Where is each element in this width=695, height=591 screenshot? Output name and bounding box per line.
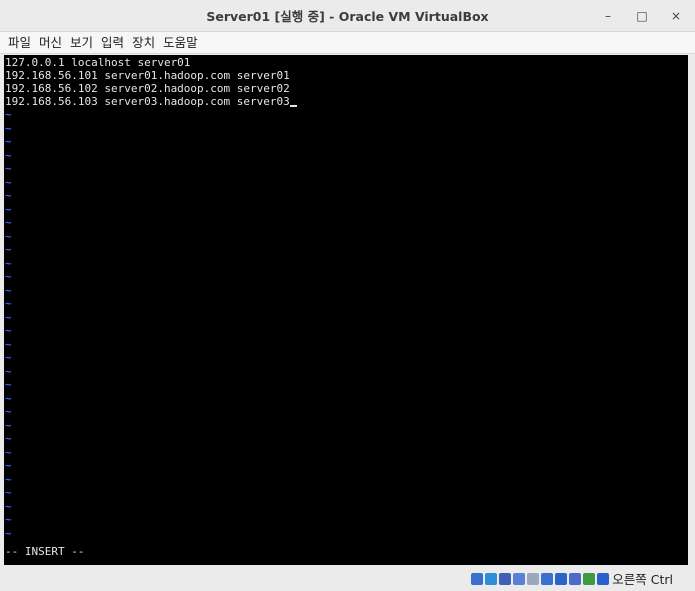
tilde-marker: ~ (5, 459, 12, 472)
shared-folders-icon[interactable] (541, 572, 554, 585)
tilde-marker: ~ (5, 148, 12, 162)
tilde-marker: ~ (5, 256, 12, 270)
host-key-label: 오른쪽 Ctrl (612, 572, 673, 587)
menu-help[interactable]: 도움말 (159, 33, 202, 53)
maximize-button[interactable]: □ (627, 4, 657, 28)
tilde-marker: ~ (5, 486, 12, 499)
terminal-line: 127.0.0.1 localhost server01 (5, 56, 191, 69)
terminal-line: 192.168.56.101 server01.hadoop.com serve… (5, 69, 290, 82)
video-capture-icon[interactable] (569, 572, 582, 585)
tilde-marker: ~ (5, 243, 12, 256)
tilde-marker: ~ (5, 270, 12, 283)
menu-machine[interactable]: 머신 (35, 33, 66, 53)
tilde-marker: ~ (5, 324, 12, 337)
tilde-marker: ~ (5, 229, 12, 243)
tilde-marker: ~ (5, 405, 12, 418)
terminal-line-text: 192.168.56.103 server03.hadoop.com serve… (5, 95, 290, 108)
usb-icon[interactable] (527, 572, 540, 585)
window-controls: – □ × (593, 0, 695, 32)
tilde-marker: ~ (5, 432, 12, 445)
hard-disk-icon[interactable] (471, 572, 484, 585)
tilde-marker: ~ (5, 175, 12, 189)
menu-view[interactable]: 보기 (66, 33, 97, 53)
title-bar: Server01 [실행 중] - Oracle VM VirtualBox –… (0, 0, 695, 32)
vm-screen[interactable]: 127.0.0.1 localhost server01 192.168.56.… (4, 55, 688, 565)
menu-file[interactable]: 파일 (4, 33, 35, 53)
window-title: Server01 [실행 중] - Oracle VM VirtualBox (206, 9, 489, 24)
menu-input[interactable]: 입력 (97, 33, 128, 53)
tilde-marker: ~ (5, 297, 12, 310)
tilde-marker: ~ (5, 337, 12, 351)
audio-icon[interactable] (499, 572, 512, 585)
tilde-marker: ~ (5, 526, 12, 540)
tilde-marker: ~ (5, 513, 12, 526)
tilde-marker: ~ (5, 189, 12, 202)
status-bar: 오른쪽 Ctrl (0, 566, 695, 591)
tilde-marker: ~ (5, 378, 12, 391)
tilde-marker: ~ (5, 472, 12, 486)
tilde-marker: ~ (5, 364, 12, 378)
tilde-marker: ~ (5, 418, 12, 432)
minimize-button[interactable]: – (593, 4, 623, 28)
tilde-marker: ~ (5, 216, 12, 229)
display-icon[interactable] (555, 572, 568, 585)
optical-drive-icon[interactable] (485, 572, 498, 585)
tilde-marker: ~ (5, 391, 12, 405)
close-button[interactable]: × (661, 4, 691, 28)
menu-devices[interactable]: 장치 (128, 33, 159, 53)
tilde-marker: ~ (5, 499, 12, 513)
tilde-marker: ~ (5, 283, 12, 297)
terminal-line-cursor: 192.168.56.103 server03.hadoop.com serve… (5, 95, 297, 108)
tilde-marker: ~ (5, 202, 12, 216)
terminal-line: 192.168.56.102 server02.hadoop.com serve… (5, 82, 290, 95)
tilde-marker: ~ (5, 310, 12, 324)
mouse-integration-icon[interactable] (597, 572, 610, 585)
tilde-marker: ~ (5, 351, 12, 364)
tilde-marker: ~ (5, 162, 12, 175)
tilde-marker: ~ (5, 135, 12, 148)
tilde-marker: ~ (5, 445, 12, 459)
menu-bar: 파일 머신 보기 입력 장치 도움말 (0, 32, 695, 54)
virtualization-icon[interactable] (583, 572, 596, 585)
tilde-marker: ~ (5, 108, 12, 121)
tilde-marker: ~ (5, 121, 12, 135)
network-icon[interactable] (513, 572, 526, 585)
text-cursor (289, 105, 297, 107)
vim-mode-indicator: -- INSERT -- (5, 545, 85, 558)
device-status-icons (469, 572, 610, 585)
